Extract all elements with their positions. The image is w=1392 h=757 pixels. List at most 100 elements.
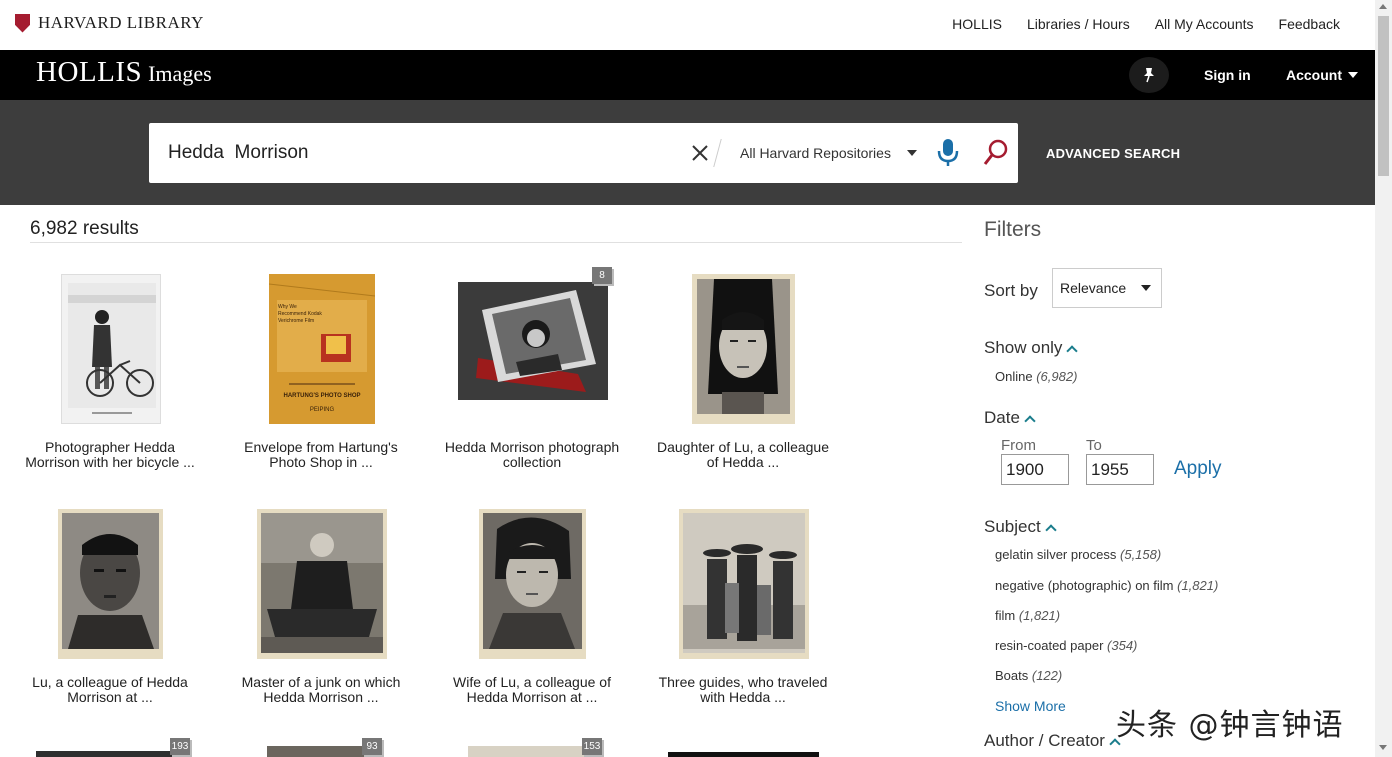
filters-heading: Filters [984,218,1042,241]
facet-heading: Author / Creator [984,731,1105,750]
hollis-images-logo[interactable]: HOLLIS Images [36,56,212,89]
result-caption[interactable]: Hedda Morrison photograph collection [437,440,627,470]
caption-line: Three guides, who traveled [658,674,828,690]
hollis-logo-sub: Images [148,61,212,86]
caption-line: Wife of Lu, a colleague of [453,674,611,690]
account-label: Account [1286,67,1342,83]
result-caption[interactable]: Master of a junk on which Hedda Morrison… [226,675,416,705]
chevron-down-icon[interactable] [907,150,917,156]
nav-libraries-hours[interactable]: Libraries / Hours [1027,16,1130,32]
facet-item-subject[interactable]: film (1,821) [995,608,1060,623]
pin-icon [1144,68,1154,83]
caption-line: Daughter of Lu, a colleague [656,439,829,455]
caption-line: Morrison with her bicycle ... [25,454,195,470]
account-menu[interactable]: Account [1286,67,1358,83]
multi-image-badge: 8 [592,267,612,284]
multi-image-badge: 153 [582,738,602,755]
scroll-down-arrow-icon[interactable] [1379,745,1387,750]
scrollbar[interactable] [1375,0,1392,757]
scrollbar-thumb[interactable] [1378,16,1389,176]
nav-all-my-accounts[interactable]: All My Accounts [1155,16,1254,32]
nav-hollis[interactable]: HOLLIS [952,16,1002,32]
multi-image-badge: 93 [362,738,382,755]
chevron-up-icon [1066,344,1079,357]
caption-line: Lu, a colleague of Hedda [32,674,188,690]
result-thumbnail[interactable]: Why We Recommend Kodak Verichrome Film H… [269,274,375,424]
sign-in-link[interactable]: Sign in [1204,67,1251,83]
result-thumbnail[interactable] [61,274,161,424]
hollis-logo-main: HOLLIS [36,56,143,88]
result-thumbnail[interactable] [468,746,598,757]
result-caption[interactable]: Three guides, who traveled with Hedda ..… [648,675,838,705]
date-from-input[interactable] [1001,454,1069,485]
date-from-label: From [1001,437,1036,454]
result-caption[interactable]: Daughter of Lu, a colleague of Hedda ... [648,440,838,470]
facet-author-creator[interactable]: Author / Creator [984,731,1121,751]
divider [713,139,722,167]
result-caption[interactable]: Photographer Hedda Morrison with her bic… [15,440,205,470]
nav-feedback[interactable]: Feedback [1279,16,1340,32]
caption-line: Hedda Morrison photograph [444,439,620,455]
caption-line: Hedda Morrison ... [263,689,379,705]
date-to-input[interactable] [1086,454,1154,485]
page: HARVARD LIBRARY HOLLIS Libraries / Hours… [0,0,1392,757]
watermark: 头条 @钟言钟语 [1116,708,1344,743]
result-thumbnail[interactable] [479,509,586,659]
caption-line: Master of a junk on which [241,674,401,690]
result-thumbnail[interactable] [679,509,809,659]
chevron-up-icon [1024,414,1036,427]
facet-heading: Date [984,408,1020,427]
show-more-link[interactable]: Show More [995,698,1066,714]
result-thumbnail[interactable] [257,509,387,659]
facet-item-subject[interactable]: negative (photographic) on film (1,821) [995,578,1218,593]
caption-line: collection [502,454,562,470]
caption-line: Photographer Hedda [45,439,175,455]
harvard-library-text: HARVARD LIBRARY [38,13,204,32]
caption-line: Photo Shop in ... [269,454,373,470]
chevron-down-icon [1348,72,1358,78]
multi-image-badge: 193 [170,738,190,755]
result-caption[interactable]: Wife of Lu, a colleague of Hedda Morriso… [437,675,627,705]
facet-item-subject[interactable]: gelatin silver process (5,158) [995,547,1161,562]
scroll-up-arrow-icon[interactable] [1379,4,1387,9]
pin-button[interactable] [1129,57,1169,93]
microphone-icon[interactable] [936,138,960,168]
result-thumbnail[interactable] [458,282,608,400]
search-band: All Harvard Repositories ADVANCED SEARCH [0,100,1375,205]
date-to-label: To [1086,437,1102,454]
caption-line: Hedda Morrison at ... [466,689,598,705]
close-icon[interactable] [689,142,711,164]
facet-item-subject[interactable]: resin-coated paper (354) [995,638,1137,653]
facet-heading: Subject [984,517,1041,536]
envelope-text: Why We Recommend Kodak Verichrome Film [278,304,322,324]
harvard-library-logo[interactable]: HARVARD LIBRARY [15,13,204,33]
result-thumbnail[interactable] [58,509,163,659]
search-box: All Harvard Repositories [149,123,1018,183]
utility-bar: HARVARD LIBRARY HOLLIS Libraries / Hours… [0,0,1375,50]
harvard-shield-icon [15,13,30,33]
facet-heading: Show only [984,338,1063,357]
result-thumbnail[interactable] [692,274,795,424]
search-icon[interactable] [982,138,1010,168]
result-caption[interactable]: Lu, a colleague of Hedda Morrison at ... [15,675,205,705]
caption-line: Morrison at ... [67,689,153,705]
divider [30,242,962,243]
utility-nav: HOLLIS Libraries / Hours All My Accounts… [952,16,1340,32]
caption-line: Envelope from Hartung's [244,439,398,455]
envelope-shop-name: HARTUNG'S PHOTO SHOP [283,393,361,399]
facet-subject[interactable]: Subject [984,517,1057,537]
result-thumbnail[interactable] [267,746,377,757]
result-thumbnail[interactable] [668,752,819,757]
apply-date-button[interactable]: Apply [1174,458,1222,480]
search-input[interactable] [149,123,669,183]
scope-select[interactable]: All Harvard Repositories [740,145,891,161]
sort-select[interactable]: Relevance [1052,268,1162,308]
facet-show-only[interactable]: Show only [984,338,1079,358]
result-thumbnail[interactable] [36,751,186,757]
facet-date[interactable]: Date [984,408,1036,428]
facet-item-online[interactable]: Online (6,982) [995,369,1077,384]
facet-item-subject[interactable]: Boats (122) [995,668,1062,683]
advanced-search-link[interactable]: ADVANCED SEARCH [1046,146,1180,161]
result-caption[interactable]: Envelope from Hartung's Photo Shop in ..… [226,440,416,470]
caption-line: of Hedda ... [706,454,780,470]
